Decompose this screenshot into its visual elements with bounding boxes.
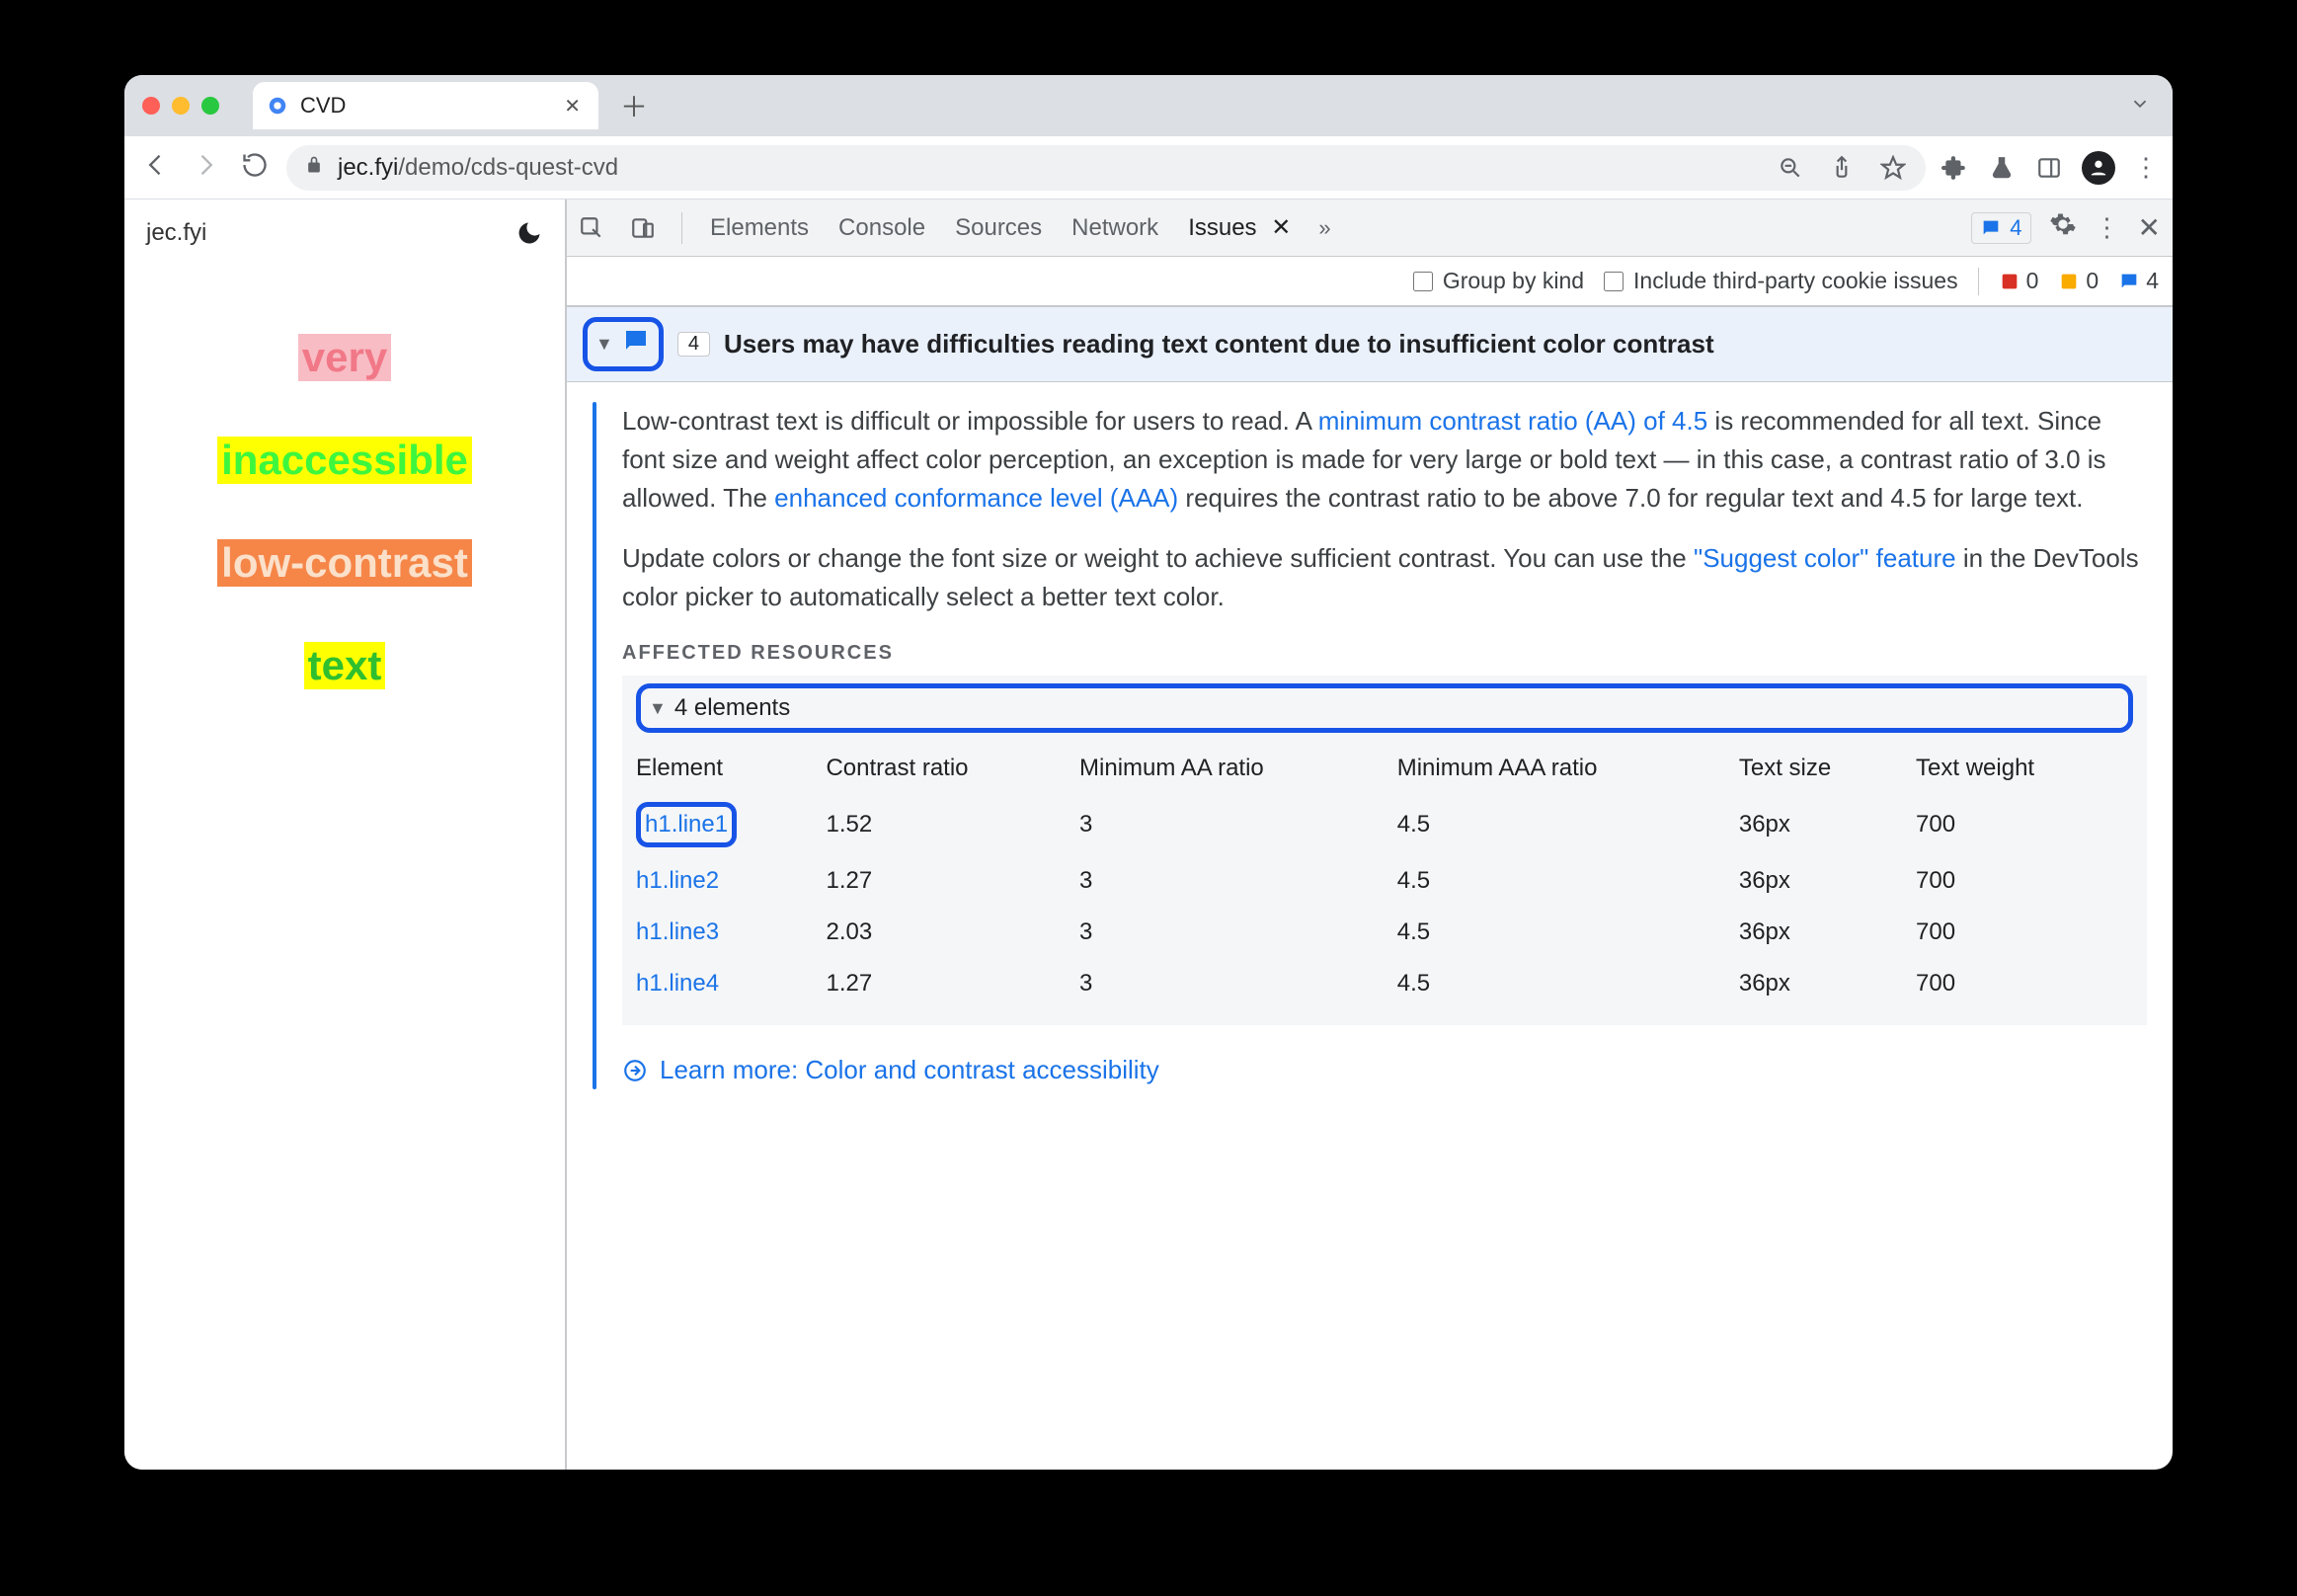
tab-network[interactable]: Network	[1069, 210, 1160, 246]
issue-paragraph-1: Low-contrast text is difficult or imposs…	[622, 402, 2147, 518]
demo-word-3: low-contrast	[217, 539, 472, 587]
tab-issues[interactable]: Issues ✕	[1186, 209, 1293, 246]
tab-favicon-icon	[267, 95, 288, 117]
window-minimize-button[interactable]	[172, 97, 190, 115]
issue-count-chip: 4	[677, 332, 710, 357]
devtools-panel: Elements Console Sources Network Issues …	[565, 200, 2173, 1470]
browser-window: CVD ✕ ＋ jec.fyi/demo/cds-qu	[124, 75, 2173, 1470]
share-icon[interactable]	[1827, 153, 1857, 183]
table-row: h1.line1 1.52 3 4.5 36px 700	[636, 794, 2133, 855]
element-link[interactable]: h1.line3	[636, 918, 719, 945]
table-row: h1.line3 2.03 3 4.5 36px 700	[636, 907, 2133, 958]
demo-word-4: text	[304, 642, 386, 689]
sidepanel-icon[interactable]	[2034, 153, 2064, 183]
devtools-menu-button[interactable]: ⋮	[2095, 212, 2120, 243]
col-weight: Text weight	[1916, 743, 2133, 794]
more-tabs-button[interactable]: »	[1318, 215, 1330, 241]
url-host: jec.fyi/demo/cds-quest-cvd	[338, 154, 618, 182]
window-zoom-button[interactable]	[201, 97, 219, 115]
devtools-close-button[interactable]: ✕	[2138, 211, 2161, 244]
rendered-page: jec.fyi very inaccessible low-contrast t…	[124, 200, 565, 1470]
tab-issues-close-icon[interactable]: ✕	[1265, 214, 1292, 241]
device-mode-icon[interactable]	[630, 215, 656, 241]
col-element: Element	[636, 743, 826, 794]
warning-count[interactable]: 0	[2058, 268, 2099, 294]
error-count[interactable]: 0	[1999, 268, 2039, 294]
profile-avatar[interactable]	[2082, 151, 2115, 185]
info-count[interactable]: 4	[2118, 268, 2159, 294]
tab-overflow-button[interactable]	[2129, 93, 2159, 120]
issues-toolbar: Group by kind Include third-party cookie…	[567, 257, 2173, 306]
link-suggest-color[interactable]: "Suggest color" feature	[1694, 543, 1956, 573]
zoom-icon[interactable]	[1776, 153, 1805, 183]
third-party-checkbox[interactable]: Include third-party cookie issues	[1604, 268, 1958, 294]
expand-icon[interactable]: ▼	[595, 334, 613, 355]
tab-elements[interactable]: Elements	[708, 210, 811, 246]
site-brand: jec.fyi	[146, 219, 206, 247]
browser-toolbar-right: ⋮	[1940, 151, 2159, 185]
issue-body: Low-contrast text is difficult or imposs…	[567, 382, 2173, 1115]
content-area: jec.fyi very inaccessible low-contrast t…	[124, 200, 2173, 1470]
new-tab-button[interactable]: ＋	[620, 86, 648, 125]
group-by-kind-checkbox[interactable]: Group by kind	[1413, 268, 1584, 294]
element-link[interactable]: h1.line1	[645, 807, 728, 842]
element-link[interactable]: h1.line2	[636, 867, 719, 894]
labs-icon[interactable]	[1987, 153, 2017, 183]
browser-menu-button[interactable]: ⋮	[2133, 152, 2159, 183]
learn-more-row: Learn more: Color and contrast accessibi…	[622, 1051, 2147, 1089]
issue-expand-highlight: ▼	[583, 317, 664, 371]
nav-forward-button[interactable]	[188, 151, 223, 184]
issue-indent-bar	[593, 402, 596, 1089]
col-size: Text size	[1739, 743, 1916, 794]
link-aa-ratio[interactable]: minimum contrast ratio (AA) of 4.5	[1318, 406, 1707, 436]
element-link-highlight: h1.line1	[636, 802, 737, 847]
learn-more-icon	[622, 1058, 648, 1083]
col-aaa: Minimum AAA ratio	[1397, 743, 1739, 794]
col-contrast: Contrast ratio	[826, 743, 1079, 794]
elements-toggle-highlight: ▼4 elements	[636, 683, 2133, 733]
theme-toggle-icon[interactable]	[515, 219, 543, 247]
col-aa: Minimum AA ratio	[1079, 743, 1397, 794]
affected-elements-table: Element Contrast ratio Minimum AA ratio …	[636, 743, 2133, 1009]
nav-back-button[interactable]	[138, 151, 174, 184]
demo-word-1: very	[298, 334, 391, 381]
demo-word-2: inaccessible	[217, 437, 472, 484]
bookmark-icon[interactable]	[1878, 153, 1908, 183]
tab-strip: CVD ✕ ＋	[124, 75, 2173, 136]
nav-reload-button[interactable]	[237, 151, 273, 184]
browser-tab[interactable]: CVD ✕	[253, 82, 598, 129]
issue-paragraph-2: Update colors or change the font size or…	[622, 539, 2147, 616]
url-bar[interactable]: jec.fyi/demo/cds-quest-cvd	[286, 145, 1926, 191]
extensions-icon[interactable]	[1940, 153, 1969, 183]
messages-badge[interactable]: 4	[1971, 212, 2030, 244]
issue-title: Users may have difficulties reading text…	[724, 329, 1714, 359]
tab-sources[interactable]: Sources	[953, 210, 1044, 246]
tab-title: CVD	[300, 93, 552, 119]
learn-more-link[interactable]: Learn more: Color and contrast accessibi…	[660, 1051, 1159, 1089]
settings-icon[interactable]	[2049, 210, 2077, 245]
tab-close-button[interactable]: ✕	[564, 94, 581, 119]
inspect-icon[interactable]	[579, 215, 604, 241]
affected-resources-heading: AFFECTED RESOURCES	[622, 638, 2147, 668]
issue-kind-icon	[621, 326, 651, 362]
lock-icon	[304, 154, 324, 182]
issue-header[interactable]: ▼ 4 Users may have difficulties reading …	[567, 306, 2173, 382]
element-link[interactable]: h1.line4	[636, 970, 719, 997]
tab-console[interactable]: Console	[836, 210, 927, 246]
window-controls	[142, 97, 219, 115]
table-row: h1.line4 1.27 3 4.5 36px 700	[636, 958, 2133, 1009]
address-bar: jec.fyi/demo/cds-quest-cvd ⋮	[124, 136, 2173, 200]
elements-toggle[interactable]: ▼4 elements	[649, 690, 790, 726]
devtools-tabs: Elements Console Sources Network Issues …	[567, 200, 2173, 257]
link-aaa-level[interactable]: enhanced conformance level (AAA)	[774, 483, 1178, 513]
window-close-button[interactable]	[142, 97, 160, 115]
affected-resources-box: ▼4 elements Element Contrast ratio Minim…	[622, 676, 2147, 1025]
table-row: h1.line2 1.27 3 4.5 36px 700	[636, 855, 2133, 907]
